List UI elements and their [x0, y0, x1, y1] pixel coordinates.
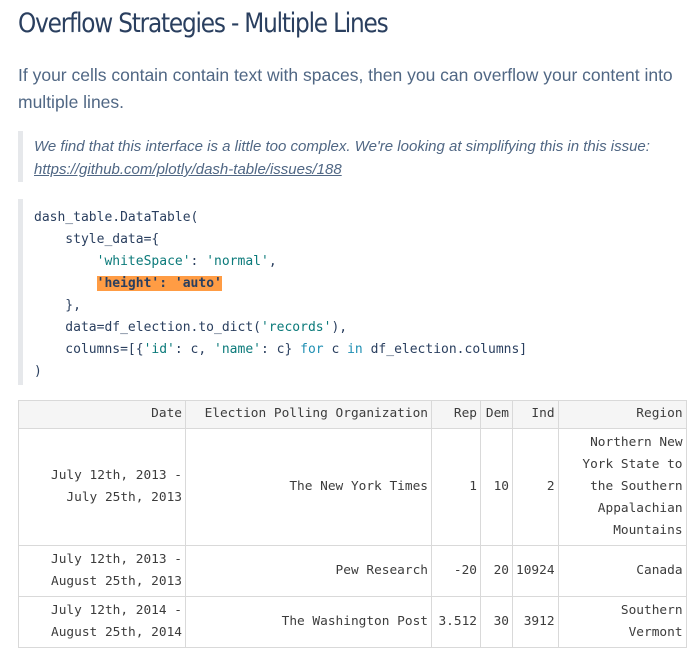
- code-for: for: [300, 342, 324, 357]
- code-line-5: },: [34, 298, 81, 313]
- table-row: July 12th, 2014 - August 25th, 2014 The …: [18, 596, 687, 648]
- cell-dem[interactable]: 20: [480, 545, 513, 597]
- column-header-region[interactable]: Region: [557, 400, 687, 429]
- note-body: We find that this interface is a little …: [34, 138, 650, 155]
- page-title: Overflow Strategies - Multiple Lines: [18, 8, 389, 39]
- intro-paragraph: If your cells contain contain text with …: [18, 65, 673, 112]
- code-ws-val: 'normal': [206, 254, 269, 269]
- code-ws-sep: :: [190, 254, 207, 269]
- code-line-8: ): [34, 364, 42, 379]
- code-ws-key: 'whiteSpace': [96, 254, 191, 269]
- code-line-7c: : c}: [261, 342, 301, 357]
- cell-organization[interactable]: The New York Times: [185, 428, 432, 546]
- cell-organization[interactable]: Pew Research: [185, 545, 432, 597]
- cell-rep[interactable]: -20: [431, 545, 481, 597]
- note-text: We find that this interface is a little …: [23, 131, 675, 181]
- table-row: July 12th, 2013 - August 25th, 2013 Pew …: [18, 545, 687, 597]
- cell-ind[interactable]: 10924: [512, 545, 559, 597]
- cell-date[interactable]: July 12th, 2014 - August 25th, 2014: [18, 596, 186, 648]
- code-ws-end: ,: [268, 254, 277, 269]
- column-header-organization[interactable]: Election Polling Organization: [185, 400, 432, 429]
- cell-region[interactable]: Canada: [557, 545, 687, 597]
- column-header-date[interactable]: Date: [18, 400, 186, 429]
- cell-region[interactable]: Northern New York State to the Southern …: [557, 428, 687, 546]
- table-row: July 12th, 2013 - July 25th, 2013 The Ne…: [18, 428, 687, 546]
- cell-dem[interactable]: 10: [480, 428, 513, 546]
- code-records: 'records': [260, 320, 332, 335]
- cell-rep[interactable]: 1: [431, 428, 481, 546]
- code-in: in: [347, 342, 363, 357]
- code-line-7e: df_election.columns]: [362, 342, 528, 357]
- code-height-highlight: 'height': 'auto': [96, 276, 222, 291]
- code-id: 'id': [143, 342, 175, 357]
- cell-region[interactable]: Southern Vermont: [557, 596, 687, 648]
- code-line-7a: columns=[{: [34, 342, 144, 357]
- column-header-ind[interactable]: Ind: [512, 400, 559, 429]
- note-blockquote: We find that this interface is a little …: [18, 131, 675, 182]
- code-line-6b: ),: [331, 320, 348, 335]
- code-line-2: style_data={: [34, 232, 160, 247]
- code-line-7b: : c,: [174, 342, 215, 357]
- cell-date[interactable]: July 12th, 2013 - August 25th, 2013: [18, 545, 186, 597]
- header-row: Date Election Polling Organization Rep D…: [18, 400, 687, 429]
- column-header-dem[interactable]: Dem: [480, 400, 513, 429]
- code-line-6a: data=df_election.to_dict(: [34, 320, 261, 335]
- cell-organization[interactable]: The Washington Post: [185, 596, 432, 648]
- cell-ind[interactable]: 2: [512, 428, 559, 546]
- cell-ind[interactable]: 3912: [512, 596, 559, 648]
- code-pre: dash_table.DataTable( style_data={ 'whit…: [23, 199, 690, 383]
- cell-dem[interactable]: 30: [480, 596, 513, 648]
- cell-date[interactable]: July 12th, 2013 - July 25th, 2013: [18, 428, 186, 546]
- code-line-7d: c: [323, 342, 348, 357]
- code-line-1: dash_table.DataTable(: [34, 210, 199, 225]
- election-table: Date Election Polling Organization Rep D…: [18, 400, 687, 648]
- cell-rep[interactable]: 3.512: [431, 596, 481, 648]
- column-header-rep[interactable]: Rep: [431, 400, 481, 429]
- code-block: dash_table.DataTable( style_data={ 'whit…: [18, 199, 690, 385]
- datatable: Date Election Polling Organization Rep D…: [18, 400, 688, 648]
- code-name: 'name': [214, 342, 261, 357]
- issue-link[interactable]: https://github.com/plotly/dash-table/iss…: [34, 161, 342, 178]
